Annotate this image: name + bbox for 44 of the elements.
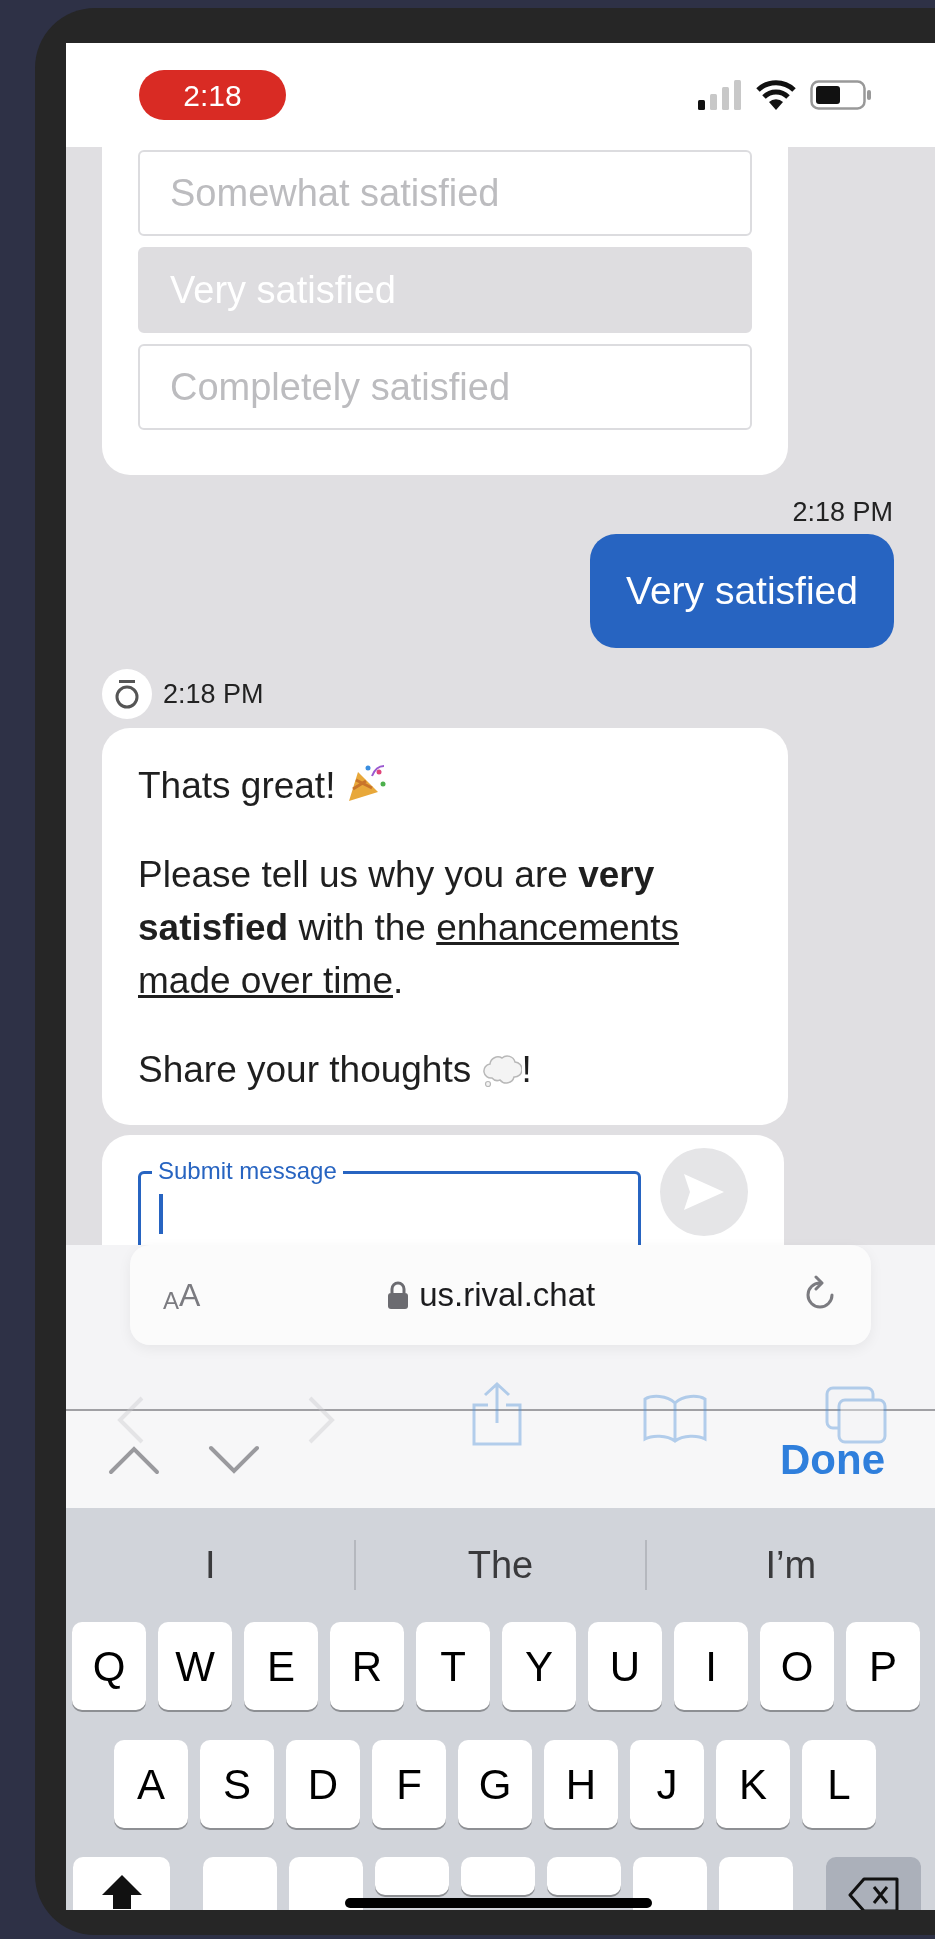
message-time: 2:18 PM xyxy=(163,677,264,711)
word-suggestion[interactable]: The xyxy=(356,1536,645,1594)
word-suggestion[interactable]: I xyxy=(66,1536,355,1594)
keyboard-key[interactable]: S xyxy=(200,1740,274,1828)
keyboard-key[interactable]: O xyxy=(760,1622,834,1710)
delete-icon xyxy=(847,1877,900,1910)
keyboard-key[interactable]: J xyxy=(630,1740,704,1828)
status-time: 2:18 xyxy=(139,70,286,120)
keyboard-key[interactable]: I xyxy=(674,1622,748,1710)
send-icon xyxy=(682,1172,726,1212)
keyboard-key[interactable]: U xyxy=(588,1622,662,1710)
text-size-button[interactable]: AA xyxy=(163,1271,201,1319)
keyboard-key[interactable]: A xyxy=(114,1740,188,1828)
next-field-icon[interactable] xyxy=(208,1444,260,1475)
previous-field-icon[interactable] xyxy=(108,1444,160,1475)
text-cursor xyxy=(159,1194,163,1234)
sent-message-bubble: Very satisfied xyxy=(590,534,894,648)
keyboard-key[interactable]: L xyxy=(802,1740,876,1828)
keyboard-key[interactable]: G xyxy=(458,1740,532,1828)
message-text: Share your thoughts ! xyxy=(138,1048,533,1092)
address-bar[interactable]: AA us.rival.chat xyxy=(130,1245,871,1345)
keyboard-key[interactable]: F xyxy=(372,1740,446,1828)
keyboard-key[interactable]: D xyxy=(286,1740,360,1828)
keyboard-key[interactable]: K xyxy=(716,1740,790,1828)
keyboard-key[interactable]: R xyxy=(330,1622,404,1710)
thought-bubble-icon xyxy=(481,1052,522,1088)
lock-icon xyxy=(387,1281,410,1309)
signal-icon xyxy=(698,80,742,110)
url-text: us.rival.chat xyxy=(419,1275,596,1316)
keyboard-key[interactable]: P xyxy=(846,1622,920,1710)
message-text: Please tell us why you are very satisfied with the enhancements made over time. xyxy=(138,853,680,1003)
message-time: 2:18 PM xyxy=(792,499,894,525)
keyboard-key[interactable]: Q xyxy=(72,1622,146,1710)
keyboard-key[interactable]: W xyxy=(158,1622,232,1710)
avatar-icon xyxy=(102,669,152,719)
keyboard-key[interactable]: Y xyxy=(502,1622,576,1710)
battery-icon xyxy=(810,80,872,110)
message-text: Thats great! xyxy=(138,759,728,812)
wifi-icon xyxy=(756,80,796,110)
keyboard-key[interactable]: E xyxy=(244,1622,318,1710)
word-suggestion[interactable]: I’m xyxy=(646,1536,935,1594)
keyboard-key[interactable]: T xyxy=(416,1622,490,1710)
done-button[interactable]: Done xyxy=(780,1428,885,1491)
keyboard-key[interactable]: H xyxy=(544,1740,618,1828)
